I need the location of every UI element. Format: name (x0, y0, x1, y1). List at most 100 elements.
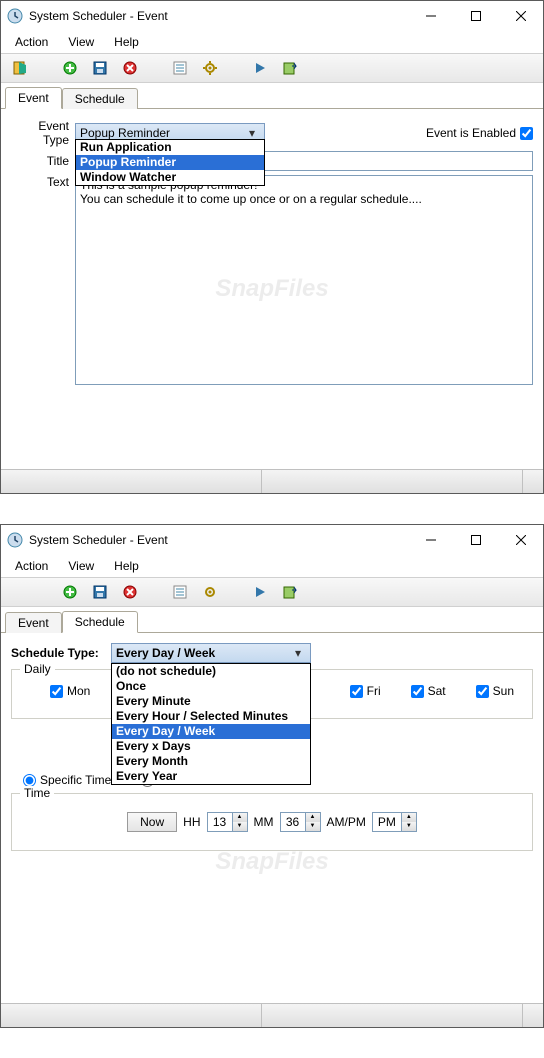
label-title: Title (11, 154, 75, 168)
schedule-opt-year[interactable]: Every Year (112, 769, 310, 784)
toolbar-run-icon[interactable] (246, 580, 274, 604)
close-button[interactable] (498, 1, 543, 31)
maximize-button[interactable] (453, 1, 498, 31)
time-fieldset: Time Now HH ▲▼ MM ▲▼ AM/PM ▲▼ (11, 793, 533, 851)
schedule-type-value: Every Day / Week (116, 646, 215, 660)
tab-event[interactable]: Event (5, 87, 62, 109)
label-text: Text (11, 175, 75, 189)
menubar: Action View Help (1, 555, 543, 577)
content-schedule: Schedule Type: Every Day / Week ▾ (do no… (1, 633, 543, 1003)
tab-schedule[interactable]: Schedule (62, 88, 138, 109)
minimize-button[interactable] (408, 1, 453, 31)
hh-input[interactable] (207, 812, 233, 832)
down-icon[interactable]: ▼ (402, 822, 416, 831)
radio-specific-time[interactable]: Specific Time (23, 773, 111, 787)
window-title: System Scheduler - Event (29, 533, 408, 547)
chevron-down-icon: ▾ (244, 126, 260, 140)
window-event: System Scheduler - Event Action View Hel… (0, 0, 544, 494)
schedule-opt-xdays[interactable]: Every x Days (112, 739, 310, 754)
menu-view[interactable]: View (58, 33, 104, 51)
label-schedule-type: Schedule Type: (11, 646, 111, 660)
time-legend: Time (20, 786, 54, 800)
maximize-button[interactable] (453, 525, 498, 555)
schedule-opt-once[interactable]: Once (112, 679, 310, 694)
up-icon[interactable]: ▲ (306, 813, 320, 822)
schedule-opt-day[interactable]: Every Day / Week (112, 724, 310, 739)
chevron-down-icon: ▾ (290, 646, 306, 660)
statusbar (1, 1003, 543, 1027)
up-icon[interactable]: ▲ (233, 813, 247, 822)
day-mon[interactable]: Mon (50, 684, 90, 698)
toolbar-export-icon[interactable] (276, 580, 304, 604)
menubar: Action View Help (1, 31, 543, 53)
content-event: Event Type Popup Reminder ▾ Event is Ena… (1, 109, 543, 469)
window-schedule: System Scheduler - Event Action View Hel… (0, 524, 544, 1028)
toolbar-save-icon[interactable] (86, 580, 114, 604)
toolbar (1, 577, 543, 607)
app-icon (7, 8, 23, 24)
label-ampm: AM/PM (327, 815, 366, 829)
now-button[interactable]: Now (127, 812, 177, 832)
toolbar-add-icon[interactable] (56, 580, 84, 604)
toolbar-delete-icon[interactable] (116, 580, 144, 604)
tabbar: Event Schedule (1, 607, 543, 633)
schedule-opt-hour[interactable]: Every Hour / Selected Minutes (112, 709, 310, 724)
tab-event[interactable]: Event (5, 612, 62, 633)
toolbar-export-icon[interactable] (276, 56, 304, 80)
event-type-value: Popup Reminder (80, 126, 170, 140)
schedule-type-dropdown[interactable]: (do not schedule) Once Every Minute Ever… (111, 663, 311, 785)
toolbar-add-icon[interactable] (56, 56, 84, 80)
day-fri[interactable]: Fri (350, 684, 381, 698)
titlebar: System Scheduler - Event (1, 525, 543, 555)
day-sat[interactable]: Sat (411, 684, 446, 698)
menu-help[interactable]: Help (104, 557, 149, 575)
window-title: System Scheduler - Event (29, 9, 408, 23)
schedule-opt-none[interactable]: (do not schedule) (112, 664, 310, 679)
ampm-spinner[interactable]: ▲▼ (372, 812, 417, 832)
event-enabled-label: Event is Enabled (426, 126, 516, 140)
toolbar-list-icon[interactable] (166, 56, 194, 80)
event-type-option-watcher[interactable]: Window Watcher (76, 170, 264, 185)
event-enabled-checkbox[interactable]: Event is Enabled (426, 126, 533, 140)
tabbar: Event Schedule (1, 83, 543, 109)
event-type-dropdown[interactable]: Run Application Popup Reminder Window Wa… (75, 139, 265, 186)
toolbar-settings-icon[interactable] (196, 580, 224, 604)
hh-spinner[interactable]: ▲▼ (207, 812, 248, 832)
close-button[interactable] (498, 525, 543, 555)
down-icon[interactable]: ▼ (233, 822, 247, 831)
schedule-opt-minute[interactable]: Every Minute (112, 694, 310, 709)
schedule-type-combo[interactable]: Every Day / Week ▾ (111, 643, 311, 663)
toolbar-exit-icon[interactable] (6, 56, 34, 80)
app-icon (7, 532, 23, 548)
daily-legend: Daily (20, 662, 55, 676)
toolbar-delete-icon[interactable] (116, 56, 144, 80)
ampm-input[interactable] (372, 812, 402, 832)
down-icon[interactable]: ▼ (306, 822, 320, 831)
minimize-button[interactable] (408, 525, 453, 555)
event-enabled-input[interactable] (520, 127, 533, 140)
titlebar: System Scheduler - Event (1, 1, 543, 31)
menu-action[interactable]: Action (5, 33, 58, 51)
menu-view[interactable]: View (58, 557, 104, 575)
menu-help[interactable]: Help (104, 33, 149, 51)
text-textarea[interactable]: This is a sample popup reminder! You can… (75, 175, 533, 385)
statusbar (1, 469, 543, 493)
tab-schedule[interactable]: Schedule (62, 611, 138, 633)
label-event-type: Event Type (11, 119, 75, 147)
menu-action[interactable]: Action (5, 557, 58, 575)
event-type-option-popup[interactable]: Popup Reminder (76, 155, 264, 170)
toolbar (1, 53, 543, 83)
schedule-opt-month[interactable]: Every Month (112, 754, 310, 769)
toolbar-save-icon[interactable] (86, 56, 114, 80)
label-mm: MM (254, 815, 274, 829)
toolbar-list-icon[interactable] (166, 580, 194, 604)
mm-input[interactable] (280, 812, 306, 832)
toolbar-run-icon[interactable] (246, 56, 274, 80)
label-hh: HH (183, 815, 200, 829)
mm-spinner[interactable]: ▲▼ (280, 812, 321, 832)
toolbar-settings-icon[interactable] (196, 56, 224, 80)
up-icon[interactable]: ▲ (402, 813, 416, 822)
event-type-option-run[interactable]: Run Application (76, 140, 264, 155)
day-sun[interactable]: Sun (476, 684, 514, 698)
watermark: SnapFiles (215, 848, 328, 876)
